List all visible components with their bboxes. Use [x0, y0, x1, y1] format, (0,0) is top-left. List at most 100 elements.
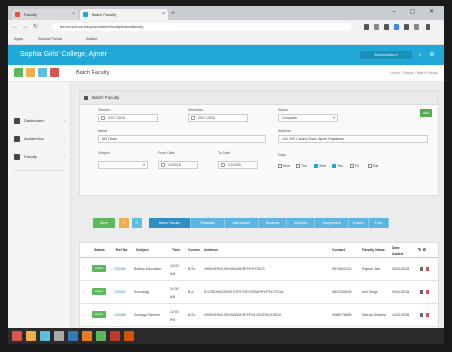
sidebar-item-dashboard[interactable]: Dashboard ›: [8, 114, 70, 128]
user-menu[interactable]: Administrator ▾: [360, 51, 412, 59]
name-field[interactable]: AR Tiwari: [98, 135, 266, 143]
day-label: Tue: [301, 164, 307, 168]
taskbar-app-icon[interactable]: [54, 331, 64, 341]
expand-icon[interactable]: ›: [84, 304, 85, 326]
semester-value: 2017-2018: [198, 116, 215, 120]
sidebar-item-academics[interactable]: Academics ›: [8, 132, 70, 146]
column-header[interactable]: Subject: [136, 243, 149, 257]
delete-icon[interactable]: [426, 290, 429, 294]
edit-icon[interactable]: [420, 267, 423, 271]
days-label: Days: [278, 153, 286, 157]
delete-icon[interactable]: [426, 313, 429, 317]
taskbar-app-icon[interactable]: [68, 331, 78, 341]
edit-icon[interactable]: [420, 313, 423, 317]
status-select[interactable]: Complete ▾: [278, 114, 338, 122]
taskbar-app-icon[interactable]: [12, 331, 22, 341]
window-controls[interactable]: – ▢ ✕: [393, 8, 440, 15]
tab-exams[interactable]: Exams: [349, 218, 369, 228]
tab-subjects[interactable]: Subjects: [287, 218, 315, 228]
bell-icon[interactable]: ♪: [416, 51, 424, 59]
column-header[interactable]: Contact: [332, 243, 345, 257]
bookmarks-bar: Apps School Portal Admin: [8, 34, 444, 45]
add-button[interactable]: Add: [420, 109, 432, 117]
ref-link[interactable]: 123457: [114, 281, 126, 303]
tab-timetable[interactable]: Timetable: [191, 218, 225, 228]
column-header[interactable]: Status: [94, 243, 105, 257]
day-checkbox-mon[interactable]: Mon: [278, 163, 290, 169]
tab-attendance[interactable]: Attendance: [225, 218, 259, 228]
day-checkbox-thu[interactable]: Thu: [332, 163, 343, 169]
back-arrow-icon[interactable]: ←: [12, 23, 18, 31]
batch-faculty-panel: Batch Faculty Add Session 2017-2018 Seme…: [79, 90, 439, 196]
column-header[interactable]: Faculty Name: [362, 243, 385, 257]
faculty-cell: Anil Singh: [362, 290, 378, 294]
extension-icon[interactable]: [404, 24, 409, 30]
extension-icon[interactable]: [384, 24, 389, 30]
green-square-icon[interactable]: [14, 68, 23, 77]
time-cell: 10:00 AM: [170, 264, 179, 276]
save-button[interactable]: Save: [93, 218, 115, 228]
tab-bar: Faculty × Batch Faculty × + – ▢ ✕: [8, 6, 444, 20]
taskbar-app-icon[interactable]: [82, 331, 92, 341]
bookmark-portal[interactable]: School Portal: [38, 34, 62, 44]
ref-link[interactable]: 123456: [114, 258, 126, 280]
extension-icon[interactable]: [394, 24, 399, 30]
tab-students[interactable]: Students: [259, 218, 287, 228]
day-checkbox-tue[interactable]: Tue: [296, 163, 307, 169]
subject-select[interactable]: ▾: [98, 161, 148, 169]
taskbar-app-icon[interactable]: [110, 331, 120, 341]
session-value: 2017-2018: [108, 116, 125, 120]
table-row[interactable]: › Active 123456 Botany Education 10:00 A…: [80, 258, 438, 281]
tab-fees[interactable]: Fees: [369, 218, 389, 228]
taskbar-app-icon[interactable]: [124, 331, 134, 341]
new-tab-button[interactable]: +: [171, 9, 175, 18]
menu-dots-icon[interactable]: [426, 24, 430, 30]
semester-field[interactable]: 2017-2018: [188, 114, 248, 122]
taskbar-app-icon[interactable]: [96, 331, 106, 341]
day-checkbox-fri[interactable]: Fri: [350, 163, 359, 169]
extension-icon[interactable]: [374, 24, 379, 30]
tab-assignment[interactable]: Assignment: [315, 218, 349, 228]
edit-button[interactable]: ✎: [119, 218, 129, 228]
bookmark-apps[interactable]: Apps: [14, 34, 23, 44]
column-header[interactable]: Course: [188, 243, 200, 257]
tab-batch-faculty[interactable]: Batch Faculty: [149, 218, 191, 228]
table-row[interactable]: › Active 123457 Sociology 11:00 AM B.A E…: [80, 281, 438, 304]
table-row[interactable]: › Active 123458 Zoology Science 12:00 PM…: [80, 304, 438, 327]
reload-icon[interactable]: ↻: [33, 23, 38, 31]
address-field[interactable]: 104 JSS Colony Road, Ajmer Rajasthan: [278, 135, 428, 143]
expand-icon[interactable]: ›: [84, 258, 85, 280]
bookmark-admin[interactable]: Admin: [86, 34, 97, 44]
close-tab-icon[interactable]: ×: [72, 9, 75, 20]
delete-icon[interactable]: [426, 267, 429, 271]
column-header[interactable]: Time: [172, 243, 180, 257]
from-date-field[interactable]: 12/2018: [158, 161, 198, 169]
blue-square-icon[interactable]: [38, 68, 47, 77]
extension-icon[interactable]: [414, 24, 419, 30]
extension-icon[interactable]: [364, 24, 369, 30]
red-square-icon[interactable]: [50, 68, 59, 77]
browser-tab-2[interactable]: Batch Faculty ×: [80, 9, 168, 20]
browser-tab-1[interactable]: Faculty ×: [12, 9, 78, 20]
sidebar-item-faculty[interactable]: Faculty ›: [8, 150, 70, 164]
taskbar-app-icon[interactable]: [26, 331, 36, 341]
settings-icon[interactable]: ⚙: [428, 51, 436, 59]
expand-icon[interactable]: ›: [84, 281, 85, 303]
session-field[interactable]: 2017-2018: [98, 114, 158, 122]
address-cell: HINDI/ENGLISH/SANSKRIT/POL/SCIENCE/EDU: [204, 313, 282, 317]
day-checkbox-sat[interactable]: Sat: [368, 163, 378, 169]
address-bar[interactable]: demo.school.edupro/admin/faculty/batchfa…: [52, 23, 352, 31]
day-checkbox-wed[interactable]: Wed: [314, 163, 326, 169]
refresh-button[interactable]: ⟳: [132, 218, 142, 228]
close-tab-icon[interactable]: ×: [162, 9, 165, 20]
taskbar-app-icon[interactable]: [40, 331, 50, 341]
orange-square-icon[interactable]: [26, 68, 35, 77]
forward-arrow-icon[interactable]: →: [22, 23, 28, 31]
column-header[interactable]: Address: [204, 243, 218, 257]
edit-icon[interactable]: [420, 290, 423, 294]
app-header: Sophia Girls' College, Ajmer Administrat…: [8, 45, 444, 65]
app-title[interactable]: Sophia Girls' College, Ajmer: [20, 45, 107, 65]
to-date-field[interactable]: 12/2018: [218, 161, 258, 169]
ref-link[interactable]: 123458: [114, 304, 126, 326]
column-header[interactable]: Ref No.: [116, 243, 128, 257]
